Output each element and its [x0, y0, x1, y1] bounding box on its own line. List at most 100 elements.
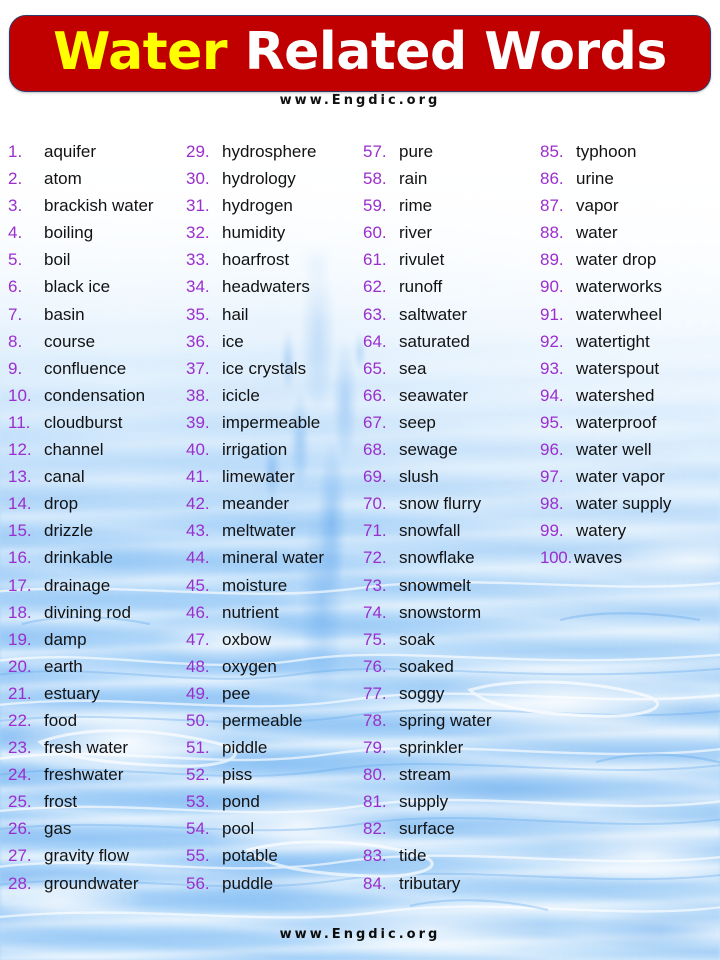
word-item-label: sewage	[399, 440, 458, 460]
word-item-number: 80.	[363, 765, 387, 785]
word-item-label: waterspout	[576, 358, 660, 378]
word-item-label: channel	[44, 440, 104, 460]
word-item-label: sea	[399, 358, 427, 378]
word-item-number: 48.	[186, 656, 210, 676]
word-item-label: canal	[44, 467, 85, 487]
word-item-number: 14.	[8, 494, 32, 514]
word-column-4: 85. typhoon 86. urine 87. vapor 88. water 89. wat…	[532, 138, 720, 897]
word-item-number: 59.	[363, 196, 387, 216]
word-list-item: 98. water supply	[540, 490, 720, 517]
word-item-number: 7.	[8, 304, 23, 324]
word-item-label: waterworks	[576, 277, 662, 297]
word-list-item: 75. soak	[363, 626, 532, 653]
title-word-water: Water	[53, 21, 228, 82]
word-item-number: 17.	[8, 575, 32, 595]
word-column-2: 29. hydrosphere 30. hydrology 31. hydrogen 32.…	[180, 138, 356, 897]
word-item-number: 47.	[186, 629, 210, 649]
header-site-url[interactable]: www.Engdic.org	[0, 93, 720, 108]
word-item-label: water well	[576, 440, 652, 460]
word-item-label: vapor	[576, 196, 619, 216]
word-item-number: 28.	[8, 873, 32, 893]
word-item-number: 29.	[186, 142, 210, 161]
word-item-label: drizzle	[44, 521, 94, 541]
word-item-label: damp	[44, 629, 87, 649]
word-list-item: 23. fresh water	[8, 734, 180, 761]
word-item-number: 61.	[363, 250, 387, 270]
word-item-number: 51.	[186, 738, 210, 758]
word-list-item: 14. drop	[8, 490, 180, 517]
word-list-item: 48. oxygen	[186, 653, 356, 680]
word-item-label: snowflake	[399, 548, 475, 568]
word-list-item: 66. seawater	[363, 382, 532, 409]
word-item-number: 94.	[540, 385, 564, 405]
word-item-number: 73.	[363, 575, 387, 595]
word-item-label: saltwater	[399, 304, 468, 324]
word-item-number: 90.	[540, 277, 564, 297]
word-item-label: hail	[222, 304, 249, 324]
word-item-number: 38.	[186, 385, 210, 405]
word-list-item: 74. snowstorm	[363, 599, 532, 626]
word-item-number: 92.	[540, 331, 564, 351]
word-list-item: 89. water drop	[540, 246, 720, 273]
word-list-item: 94. watershed	[540, 382, 720, 409]
word-item-label: impermeable	[222, 412, 321, 432]
word-list-item: 82. surface	[363, 815, 532, 842]
word-item-number: 26.	[8, 819, 32, 839]
word-list-item: 91. waterwheel	[540, 301, 720, 328]
word-item-number: 70.	[363, 494, 387, 514]
word-item-number: 71.	[363, 521, 387, 541]
word-item-number: 77.	[363, 683, 387, 703]
word-list-item: 99. watery	[540, 517, 720, 544]
word-list-item: 44. mineral water	[186, 544, 356, 571]
word-item-label: waves	[574, 548, 623, 568]
word-item-number: 9.	[8, 358, 23, 378]
word-item-label: water supply	[576, 494, 672, 514]
word-item-number: 50.	[186, 710, 210, 730]
word-item-number: 45.	[186, 575, 210, 595]
word-list-item: 27. gravity flow	[8, 842, 180, 869]
word-list-item: 19. damp	[8, 626, 180, 653]
word-item-label: moisture	[222, 575, 288, 595]
word-item-number: 87.	[540, 196, 564, 216]
word-item-number: 67.	[363, 412, 387, 432]
word-list-item: 88. water	[540, 219, 720, 246]
word-item-label: confluence	[44, 358, 127, 378]
word-item-number: 58.	[363, 169, 387, 189]
word-item-label: slush	[399, 467, 439, 487]
word-item-number: 100.	[540, 548, 572, 568]
word-item-number: 36.	[186, 331, 210, 351]
word-list-item: 96. water well	[540, 436, 720, 463]
word-item-label: puddle	[222, 873, 274, 893]
word-item-label: atom	[44, 169, 82, 189]
word-list-item: 21. estuary	[8, 680, 180, 707]
word-list-item: 36. ice	[186, 328, 356, 355]
word-item-number: 35.	[186, 304, 210, 324]
word-item-number: 69.	[363, 467, 387, 487]
word-item-number: 53.	[186, 792, 210, 812]
word-item-number: 66.	[363, 385, 387, 405]
word-item-number: 56.	[186, 873, 210, 893]
word-item-number: 68.	[363, 440, 387, 460]
word-list-item: 100. waves	[540, 544, 720, 571]
word-item-label: potable	[222, 846, 278, 866]
word-list-item: 85. typhoon	[540, 138, 720, 165]
word-item-number: 60.	[363, 223, 387, 243]
word-item-label: estuary	[44, 683, 100, 703]
word-column-3: 57. pure 58. rain 59. rime 60. river 61. rivulet 6…	[356, 138, 532, 897]
word-list-item: 51. piddle	[186, 734, 356, 761]
word-item-number: 62.	[363, 277, 387, 297]
footer-site-url[interactable]: www.Engdic.org	[0, 927, 720, 942]
word-list-item: 45. moisture	[186, 572, 356, 599]
word-item-number: 98.	[540, 494, 564, 514]
word-list-item: 9. confluence	[8, 355, 180, 382]
word-item-number: 55.	[186, 846, 210, 866]
word-item-number: 46.	[186, 602, 210, 622]
word-item-number: 76.	[363, 656, 387, 676]
word-list-item: 7. basin	[8, 301, 180, 328]
word-item-number: 33.	[186, 250, 210, 270]
word-item-number: 54.	[186, 819, 210, 839]
word-item-label: typhoon	[576, 142, 637, 161]
word-list-item: 29. hydrosphere	[186, 138, 356, 165]
word-item-number: 95.	[540, 412, 564, 432]
word-list-item: 22. food	[8, 707, 180, 734]
